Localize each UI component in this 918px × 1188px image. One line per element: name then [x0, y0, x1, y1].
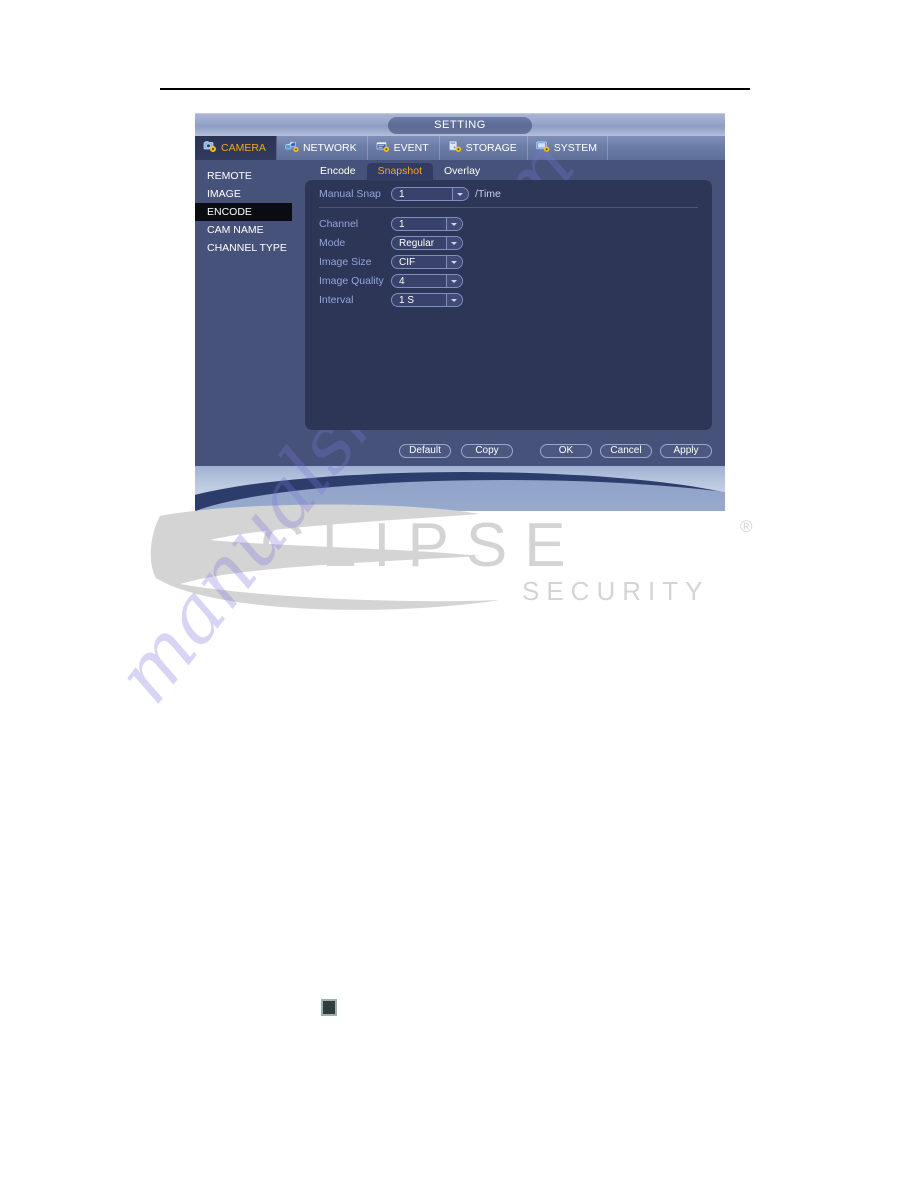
nav-item-event[interactable]: EVENT	[368, 136, 440, 160]
sidebar-item-channel-type[interactable]: CHANNEL TYPE	[195, 239, 292, 257]
nav-item-network-label: NETWORK	[302, 142, 357, 154]
logo-wordmark: CLIPSE	[260, 511, 583, 580]
tab-overlay-label: Overlay	[444, 165, 481, 177]
chevron-down-icon[interactable]	[446, 275, 461, 287]
eclipse-security-logo: CLIPSE ® SECURITY	[150, 500, 790, 615]
chevron-down-icon[interactable]	[446, 237, 461, 249]
channel-label: Channel	[319, 218, 359, 230]
mode-label: Mode	[319, 237, 346, 249]
nav-item-camera[interactable]: CAMERA	[195, 136, 277, 160]
image-size-value: CIF	[399, 256, 416, 268]
dialog-footer: Default Copy OK Cancel Apply	[292, 436, 725, 466]
page-header-rule	[160, 88, 750, 90]
cancel-button[interactable]: Cancel	[600, 444, 652, 458]
row-image-quality: Image Quality 4	[319, 274, 463, 288]
sidebar-item-cam-name[interactable]: CAM NAME	[195, 221, 292, 239]
nav-item-event-label: EVENT	[393, 142, 429, 154]
tab-snapshot-label: Snapshot	[377, 165, 422, 177]
dialog-body: REMOTE IMAGE ENCODE CAM NAME CHANNEL TYP…	[195, 160, 725, 466]
content-area: Encode Snapshot Overlay Manual Snap 1 /T…	[292, 160, 725, 466]
sub-tabs: Encode Snapshot Overlay	[309, 162, 491, 181]
row-mode: Mode Regular	[319, 236, 463, 250]
interval-dropdown[interactable]: 1 S	[391, 293, 463, 307]
panel-divider	[319, 207, 698, 208]
logo-registered-mark: ®	[740, 517, 753, 536]
nav-item-storage[interactable]: STORAGE	[440, 136, 528, 160]
channel-dropdown[interactable]: 1	[391, 217, 463, 231]
manual-snap-dropdown[interactable]: 1	[391, 187, 469, 201]
nav-item-system[interactable]: SYSTEM	[528, 136, 608, 160]
sidebar-item-channel-type-label: CHANNEL TYPE	[207, 242, 287, 254]
main-nav: CAMERA NETWORK EVENT STORAGE SYSTEM	[195, 136, 725, 160]
row-image-size: Image Size CIF	[319, 255, 463, 269]
manual-snap-label: Manual Snap	[319, 188, 381, 200]
copy-button[interactable]: Copy	[461, 444, 513, 458]
sidebar-item-encode[interactable]: ENCODE	[195, 203, 292, 221]
row-manual-snap: Manual Snap 1 /Time	[319, 187, 501, 201]
tab-overlay[interactable]: Overlay	[433, 163, 491, 181]
footer-left-buttons: Default Copy	[399, 444, 513, 458]
system-gear-icon	[536, 140, 550, 156]
sidebar-item-image-label: IMAGE	[207, 188, 241, 200]
tab-snapshot[interactable]: Snapshot	[366, 163, 433, 181]
apply-button[interactable]: Apply	[660, 444, 712, 458]
interval-label: Interval	[319, 294, 354, 306]
camera-gear-icon	[203, 140, 217, 156]
chevron-down-icon[interactable]	[446, 294, 461, 306]
mode-dropdown[interactable]: Regular	[391, 236, 463, 250]
chevron-down-icon[interactable]	[446, 256, 461, 268]
image-quality-label: Image Quality	[319, 275, 384, 287]
setting-dialog: SETTING CAMERA NETWORK EVENT STORAGE SYS…	[195, 113, 725, 511]
channel-value: 1	[399, 218, 405, 230]
chevron-down-icon[interactable]	[446, 218, 461, 230]
image-quality-dropdown[interactable]: 4	[391, 274, 463, 288]
mode-value: Regular	[399, 237, 435, 249]
nav-item-camera-label: CAMERA	[221, 142, 266, 154]
snapshot-settings-panel: Manual Snap 1 /Time Channel 1 Mode Regul…	[305, 180, 712, 430]
image-size-dropdown[interactable]: CIF	[391, 255, 463, 269]
interval-value: 1 S	[399, 294, 415, 306]
image-quality-value: 4	[399, 275, 405, 287]
dialog-titlebar: SETTING	[195, 113, 725, 136]
sidebar-item-remote-label: REMOTE	[207, 170, 252, 182]
manual-snap-suffix: /Time	[475, 188, 501, 200]
network-gear-icon	[285, 140, 299, 156]
nav-item-system-label: SYSTEM	[553, 142, 597, 154]
event-gear-icon	[376, 140, 390, 156]
storage-gear-icon	[448, 140, 462, 156]
nav-item-storage-label: STORAGE	[465, 142, 517, 154]
tab-encode[interactable]: Encode	[309, 163, 367, 181]
sidebar-item-cam-name-label: CAM NAME	[207, 224, 264, 236]
dialog-title: SETTING	[388, 117, 532, 134]
logo-subtext: SECURITY	[522, 576, 709, 606]
placeholder-square-icon	[321, 999, 337, 1016]
default-button[interactable]: Default	[399, 444, 451, 458]
sidebar-item-remote[interactable]: REMOTE	[195, 167, 292, 185]
manual-snap-value: 1	[399, 188, 405, 200]
sidebar-item-encode-label: ENCODE	[207, 206, 252, 218]
tab-encode-label: Encode	[320, 165, 356, 177]
image-size-label: Image Size	[319, 256, 372, 268]
ok-button[interactable]: OK	[540, 444, 592, 458]
row-channel: Channel 1	[319, 217, 463, 231]
chevron-down-icon[interactable]	[452, 188, 467, 200]
sidebar-item-image[interactable]: IMAGE	[195, 185, 292, 203]
footer-right-buttons: OK Cancel Apply	[540, 444, 712, 458]
row-interval: Interval 1 S	[319, 293, 463, 307]
nav-item-network[interactable]: NETWORK	[277, 136, 368, 160]
sidebar: REMOTE IMAGE ENCODE CAM NAME CHANNEL TYP…	[195, 160, 292, 466]
